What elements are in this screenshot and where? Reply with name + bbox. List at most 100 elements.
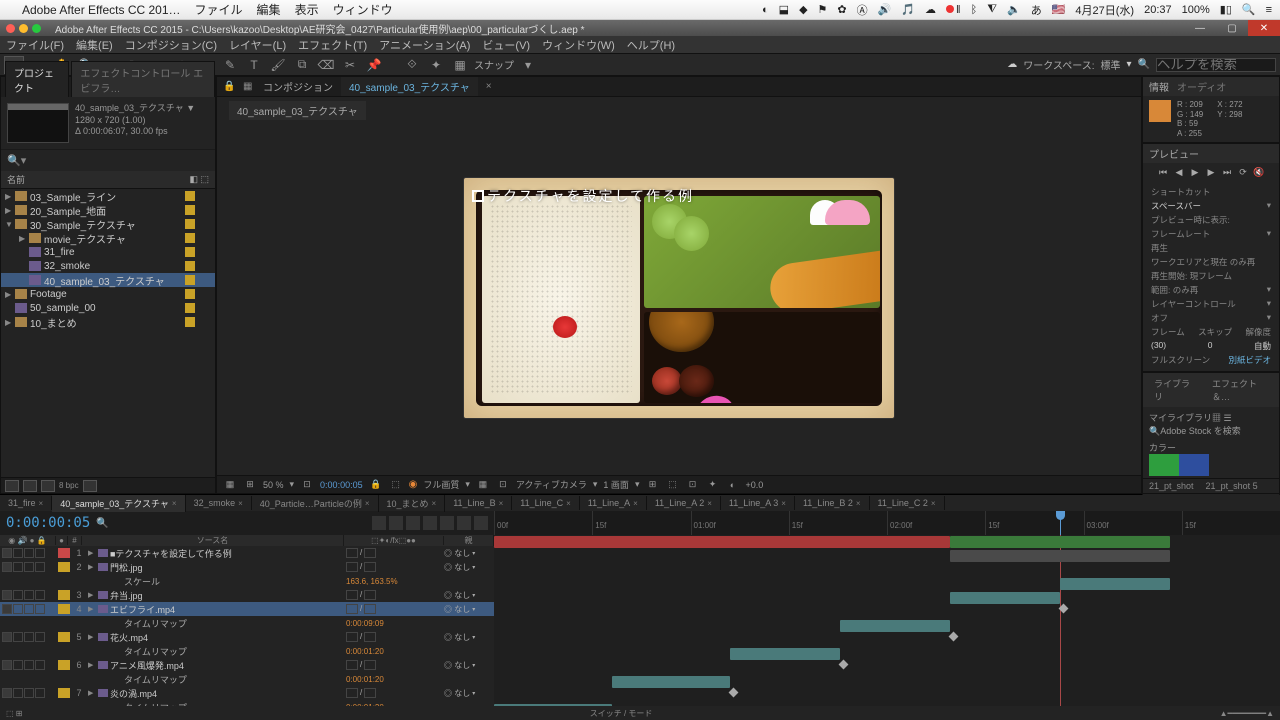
dropdown-icon[interactable]: ▾ — [1267, 284, 1271, 296]
dropdown-icon[interactable]: ▾ — [1127, 59, 1132, 70]
ime-icon[interactable]: あ — [1031, 2, 1042, 18]
menu-composition[interactable]: コンポジション(C) — [125, 37, 217, 53]
switches-modes-label[interactable]: スイッチ / モード — [590, 708, 653, 719]
vf-icon[interactable]: ▦ — [223, 479, 237, 491]
comp-tab[interactable]: 11_Line_A × — [580, 496, 647, 510]
bpc-button[interactable]: 8 bpc — [59, 481, 79, 490]
tree-row[interactable]: 32_smoke — [1, 259, 215, 273]
battery[interactable]: 100% — [1182, 4, 1210, 16]
type-tool-icon[interactable]: T — [244, 56, 264, 74]
comp-tab[interactable]: 31_fire × — [0, 496, 52, 510]
comp-tab[interactable]: 11_Line_A 2 × — [647, 496, 721, 510]
mac-menu-edit[interactable]: 編集 — [257, 1, 281, 18]
eraser-tool-icon[interactable]: ⌫ — [316, 56, 336, 74]
preview-tab[interactable]: プレビュー — [1149, 146, 1199, 161]
misc-tool-icon[interactable]: ⟐ — [402, 56, 422, 74]
menu-extra-icon[interactable]: ⬓ — [779, 3, 789, 16]
exposure[interactable]: +0.0 — [745, 480, 763, 490]
effect-controls-tab[interactable]: エフェクトコントロール エビフラ… — [71, 61, 215, 97]
menu-extra-icon[interactable]: ◆ — [799, 3, 807, 16]
menu-extra-icon[interactable]: 🔊 — [878, 3, 892, 16]
vf-icon[interactable]: ◐ — [725, 479, 739, 491]
vf-icon[interactable]: ▦ — [476, 479, 490, 491]
color-swatch[interactable] — [1179, 454, 1209, 476]
layer-row[interactable]: 3▶弁当.jpg/◎ なし ▾ — [0, 588, 494, 602]
tl-button[interactable] — [406, 516, 420, 530]
workspace-value[interactable]: 標準 — [1101, 57, 1121, 72]
layer-property-row[interactable]: スケール163.6, 163.5% — [0, 574, 494, 588]
project-tree[interactable]: ▶03_Sample_ライン▶20_Sample_地面▼30_Sample_テク… — [1, 189, 215, 477]
search-icon[interactable]: 🔍 — [96, 518, 108, 529]
effects-tab[interactable]: エフェクト＆… — [1207, 375, 1273, 405]
col-name[interactable]: 名前 — [7, 173, 25, 186]
puppet-tool-icon[interactable]: 📌 — [364, 56, 384, 74]
pt-tab[interactable]: 21_pt_shot 5 — [1200, 479, 1264, 493]
menu-window[interactable]: ウィンドウ(W) — [542, 37, 615, 53]
clone-tool-icon[interactable]: ⧉ — [292, 56, 312, 74]
tree-row[interactable]: ▶Footage — [1, 287, 215, 301]
mac-menu-file[interactable]: ファイル — [195, 1, 243, 18]
library-tab[interactable]: ライブラリ — [1149, 375, 1199, 405]
new-comp-button[interactable] — [41, 480, 55, 492]
vf-icon[interactable]: ⊡ — [300, 479, 314, 491]
loop-button[interactable]: ⟳ — [1236, 166, 1250, 178]
traffic-close-icon[interactable] — [6, 24, 15, 33]
dropdown-icon[interactable]: ▾ — [1267, 298, 1271, 310]
win-close-button[interactable]: ✕ — [1248, 20, 1280, 36]
vf-icon[interactable]: ⊡ — [496, 479, 510, 491]
dropdown-icon[interactable]: ▾ — [635, 479, 640, 490]
vf-icon[interactable]: ⬚ — [389, 479, 403, 491]
tl-button[interactable] — [389, 516, 403, 530]
interpret-button[interactable] — [5, 480, 19, 492]
menu-help[interactable]: ヘルプ(H) — [627, 37, 675, 53]
close-comp-icon[interactable]: × — [486, 81, 498, 93]
menu-view[interactable]: ビュー(V) — [482, 37, 530, 53]
layer-property-row[interactable]: タイムリマップ0:00:01:20 — [0, 672, 494, 686]
traffic-min-icon[interactable] — [19, 24, 28, 33]
app-name[interactable]: Adobe After Effects CC 201… — [22, 3, 181, 17]
vf-icon[interactable]: 🔒 — [369, 479, 383, 491]
tl-button[interactable] — [440, 516, 454, 530]
grid-icon[interactable]: ▦ ☰ — [1212, 413, 1232, 423]
record-icon[interactable]: ‖ — [946, 4, 961, 16]
menu-extra-icon[interactable]: Ⓐ — [857, 2, 868, 18]
tree-row[interactable]: 40_sample_03_テクスチャ — [1, 273, 215, 287]
zoom-level[interactable]: 50 % — [263, 480, 284, 490]
vf-icon[interactable]: ✦ — [705, 479, 719, 491]
tree-row[interactable]: ▼30_Sample_テクスチャ — [1, 217, 215, 231]
roto-tool-icon[interactable]: ✂ — [340, 56, 360, 74]
dropdown-icon[interactable]: ▾ — [465, 479, 470, 490]
trash-button[interactable] — [83, 480, 97, 492]
views[interactable]: 1 画面 — [603, 478, 629, 491]
vf-icon[interactable]: ⊞ — [645, 479, 659, 491]
toggle-switches-icon[interactable]: ⬚ ⊞ — [6, 709, 22, 718]
bluetooth-icon[interactable]: ᛒ — [971, 4, 978, 16]
flag-icon[interactable]: 🇺🇸 — [1052, 3, 1066, 16]
comp-tab[interactable]: 10_まとめ × — [379, 495, 446, 512]
battery-icon[interactable]: ▮▯ — [1220, 3, 1232, 16]
pen-tool-icon[interactable]: ✎ — [220, 56, 240, 74]
comp-tab[interactable]: 11_Line_B 2 × — [795, 496, 870, 510]
composition-viewer[interactable]: テクスチャを設定して作る例 — [217, 120, 1141, 475]
vf-icon[interactable]: ⬚ — [665, 479, 679, 491]
comp-tab[interactable]: 40_sample_03_テクスチャ × — [52, 495, 185, 512]
project-tab[interactable]: プロジェクト — [5, 61, 69, 97]
color-swatch[interactable] — [1149, 454, 1179, 476]
layer-row[interactable]: 6▶アニメ風爆発.mp4/◎ なし ▾ — [0, 658, 494, 672]
tree-row[interactable]: ▶03_Sample_ライン — [1, 189, 215, 203]
audio-tab[interactable]: オーディオ — [1177, 79, 1226, 94]
tree-row[interactable]: 31_fire — [1, 245, 215, 259]
play-button[interactable]: ▶ — [1188, 166, 1202, 178]
next-frame-button[interactable]: ▶ — [1204, 166, 1218, 178]
vf-icon[interactable]: ⊞ — [243, 479, 257, 491]
tl-button[interactable] — [423, 516, 437, 530]
comp-chip[interactable]: 40_sample_03_テクスチャ — [229, 101, 366, 120]
layer-row[interactable]: 4▶エビフライ.mp4/◎ なし ▾ — [0, 602, 494, 616]
comp-nav-icon[interactable]: ▦ — [243, 81, 255, 93]
first-frame-button[interactable]: ⏮ — [1156, 166, 1170, 178]
info-tab[interactable]: 情報 — [1149, 79, 1169, 94]
layer-property-row[interactable]: タイムリマップ0:00:09:09 — [0, 616, 494, 630]
comp-tab[interactable]: 11_Line_B × — [445, 496, 512, 510]
menu-extra-icon[interactable]: ☁ — [925, 3, 936, 16]
menu-extra-icon[interactable]: ⚑ — [818, 3, 828, 16]
